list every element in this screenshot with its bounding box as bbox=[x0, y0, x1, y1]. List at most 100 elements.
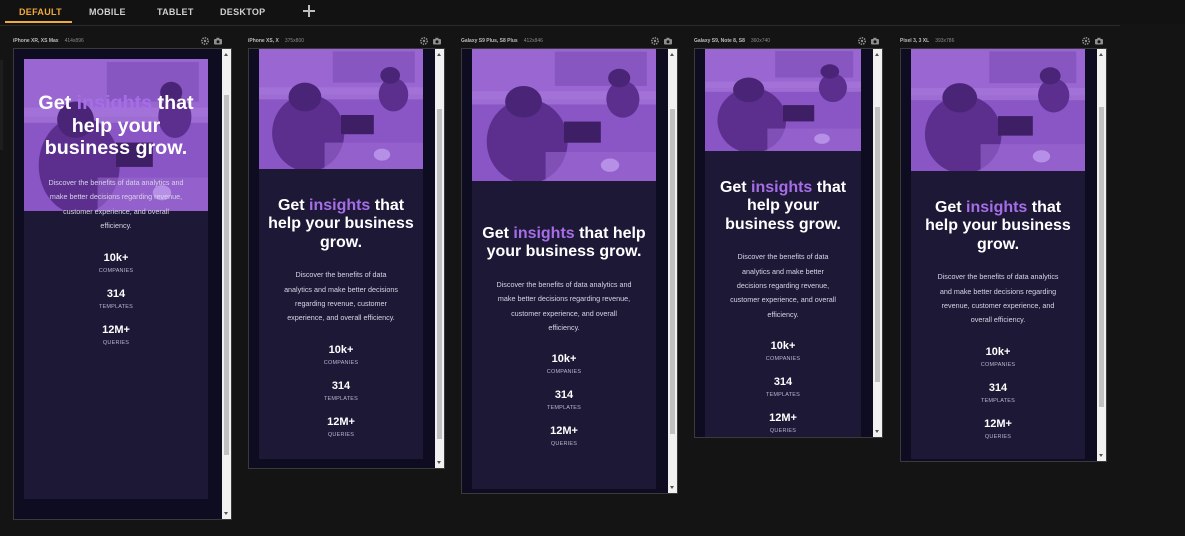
gear-icon[interactable] bbox=[857, 36, 867, 46]
hero-content: Get insights that help your business gro… bbox=[472, 181, 656, 447]
gear-icon[interactable] bbox=[419, 36, 429, 46]
device-resolution: 414x896 bbox=[64, 38, 84, 44]
device-viewport[interactable]: Get insights that help your business gro… bbox=[248, 48, 445, 469]
tab-tablet[interactable]: TABLET bbox=[157, 0, 194, 24]
scroll-up-arrow-icon[interactable] bbox=[875, 53, 879, 56]
hero-card: Get insights that help your business gro… bbox=[472, 49, 656, 489]
hero-content: Get insights that help your business gro… bbox=[259, 169, 423, 438]
hero-image bbox=[705, 49, 861, 151]
stat-label: QUERIES bbox=[102, 339, 130, 346]
add-viewport-plus-icon[interactable] bbox=[302, 4, 316, 18]
stat-block: 10k+ COMPANIES bbox=[259, 344, 423, 366]
stats-list: 10k+ COMPANIES 314 TEMPLATES 12M+ QUERIE… bbox=[911, 346, 1085, 440]
hero-description: Discover the benefits of data analytics … bbox=[496, 279, 632, 332]
device-preview: iPhone XS, X 375x800 Get insights that he… bbox=[248, 36, 445, 469]
tab-mobile[interactable]: MOBILE bbox=[89, 0, 126, 24]
scroll-thumb[interactable] bbox=[437, 109, 442, 439]
device-resolution: 412x846 bbox=[523, 38, 543, 44]
scroll-up-arrow-icon[interactable] bbox=[224, 53, 228, 56]
stat-label: TEMPLATES bbox=[98, 303, 134, 310]
scroll-down-arrow-icon[interactable] bbox=[670, 486, 674, 489]
scrollbar[interactable] bbox=[435, 49, 444, 468]
stat-value: 314 bbox=[554, 389, 574, 402]
scroll-thumb[interactable] bbox=[224, 95, 229, 455]
hero-card: Get insights that help your business gro… bbox=[24, 59, 208, 499]
scroll-down-arrow-icon[interactable] bbox=[1099, 454, 1103, 457]
stats-list: 10k+ COMPANIES 314 TEMPLATES 12M+ QUERIE… bbox=[472, 353, 656, 447]
scroll-down-arrow-icon[interactable] bbox=[437, 461, 441, 464]
device-viewport[interactable]: Get insights that help your business gro… bbox=[900, 48, 1107, 462]
hero-description: Discover the benefits of data analytics … bbox=[48, 177, 184, 231]
stat-value: 10k+ bbox=[770, 340, 796, 353]
device-viewport[interactable]: Get insights that help your business gro… bbox=[461, 48, 678, 494]
camera-icon[interactable] bbox=[1094, 36, 1104, 46]
tab-desktop[interactable]: DESKTOP bbox=[220, 0, 265, 24]
device-viewport[interactable]: Get insights that help your business gro… bbox=[694, 48, 883, 438]
hero-description: Discover the benefits of data analytics … bbox=[730, 252, 836, 319]
device-header: iPhone XS, X 375x800 bbox=[248, 36, 445, 48]
stat-block: 12M+ QUERIES bbox=[911, 418, 1085, 440]
camera-icon[interactable] bbox=[213, 36, 223, 46]
gear-icon[interactable] bbox=[200, 36, 210, 46]
hero-image bbox=[472, 49, 656, 181]
stat-label: QUERIES bbox=[550, 441, 578, 448]
stat-value: 12M+ bbox=[769, 412, 797, 425]
hero-headline: Get insights that help your business gro… bbox=[268, 197, 414, 251]
stat-block: 10k+ COMPANIES bbox=[705, 340, 861, 362]
camera-icon[interactable] bbox=[870, 36, 880, 46]
scroll-up-arrow-icon[interactable] bbox=[1099, 53, 1103, 56]
stat-block: 12M+ QUERIES bbox=[259, 416, 423, 438]
device-header: Pixel 3, 3 XL 393x786 bbox=[900, 36, 1107, 48]
headline-highlight: insights bbox=[309, 197, 371, 214]
stat-value: 10k+ bbox=[328, 343, 354, 356]
hero-content: Get insights that help your business gro… bbox=[705, 151, 861, 434]
stat-value: 10k+ bbox=[985, 345, 1011, 358]
scroll-down-arrow-icon[interactable] bbox=[875, 430, 879, 433]
stat-block: 10k+ COMPANIES bbox=[24, 252, 208, 274]
device-header: Galaxy S9 Plus, S8 Plus 412x846 bbox=[461, 36, 678, 48]
headline-highlight: insights bbox=[76, 92, 153, 114]
device-name: iPhone XS, X 375x800 bbox=[248, 38, 305, 44]
scroll-up-arrow-icon[interactable] bbox=[437, 53, 441, 56]
stat-block: 314 TEMPLATES bbox=[24, 288, 208, 310]
scrollbar[interactable] bbox=[873, 49, 882, 437]
device-name: Galaxy S9 Plus, S8 Plus 412x846 bbox=[461, 38, 543, 44]
stat-block: 314 TEMPLATES bbox=[911, 382, 1085, 404]
gear-icon[interactable] bbox=[1081, 36, 1091, 46]
device-preview: Galaxy S9 Plus, S8 Plus 412x846 Get insig… bbox=[461, 36, 678, 494]
stat-label: TEMPLATES bbox=[980, 397, 1016, 404]
gear-icon[interactable] bbox=[650, 36, 660, 46]
hero-content: Get insights that help your business gro… bbox=[911, 171, 1085, 440]
scroll-thumb[interactable] bbox=[1099, 107, 1104, 407]
device-name: Galaxy S9, Note 8, S8 360x740 bbox=[694, 38, 771, 44]
stats-list: 10k+ COMPANIES 314 TEMPLATES 12M+ QUERIE… bbox=[24, 252, 208, 346]
stat-label: COMPANIES bbox=[323, 359, 359, 366]
active-tab-indicator bbox=[5, 21, 72, 23]
left-panel-edge bbox=[0, 60, 3, 150]
scroll-down-arrow-icon[interactable] bbox=[224, 512, 228, 515]
stats-list: 10k+ COMPANIES 314 TEMPLATES 12M+ QUERIE… bbox=[705, 340, 861, 434]
stat-block: 10k+ COMPANIES bbox=[472, 353, 656, 375]
scroll-thumb[interactable] bbox=[875, 107, 880, 382]
camera-icon[interactable] bbox=[663, 36, 673, 46]
camera-icon[interactable] bbox=[432, 36, 442, 46]
headline-highlight: insights bbox=[513, 225, 575, 242]
hero-card: Get insights that help your business gro… bbox=[259, 49, 423, 459]
scrollbar[interactable] bbox=[668, 49, 677, 493]
toolbar-divider bbox=[0, 25, 1120, 26]
stat-value: 10k+ bbox=[551, 353, 577, 366]
stat-label: QUERIES bbox=[984, 433, 1012, 440]
device-resolution: 393x786 bbox=[935, 38, 955, 44]
stat-label: QUERIES bbox=[769, 428, 797, 435]
stat-label: TEMPLATES bbox=[323, 395, 359, 402]
scrollbar[interactable] bbox=[1097, 49, 1106, 461]
hero-card: Get insights that help your business gro… bbox=[911, 49, 1085, 459]
device-viewport[interactable]: Get insights that help your business gro… bbox=[13, 48, 232, 520]
hero-headline: Get insights that help your business gro… bbox=[38, 92, 194, 160]
headline-highlight: insights bbox=[751, 179, 813, 196]
scroll-up-arrow-icon[interactable] bbox=[670, 53, 674, 56]
device-header: iPhone XR, XS Max 414x896 bbox=[13, 36, 232, 48]
stat-value: 12M+ bbox=[984, 417, 1012, 430]
scroll-thumb[interactable] bbox=[670, 109, 675, 434]
scrollbar[interactable] bbox=[222, 49, 231, 519]
